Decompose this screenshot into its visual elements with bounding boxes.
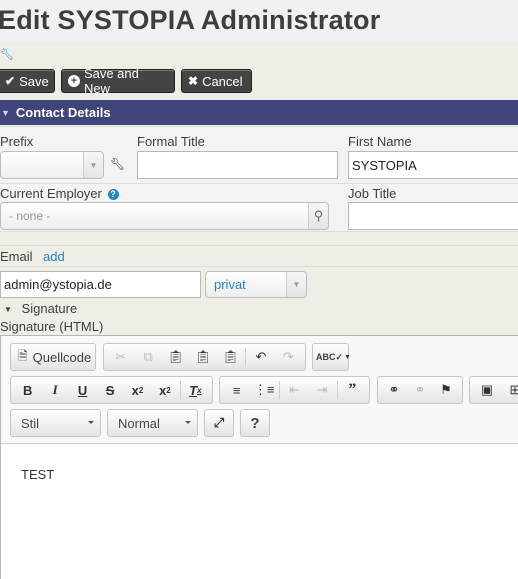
source-icon: 🗎︎ xyxy=(18,348,28,363)
email-location-value: privat xyxy=(214,277,246,292)
separator xyxy=(245,348,247,366)
formal-title-label: Formal Title xyxy=(137,134,205,149)
email-input[interactable]: admin@ystopia.de xyxy=(0,271,201,298)
formal-title-input[interactable] xyxy=(137,151,338,179)
chevron-down-icon xyxy=(88,421,94,424)
save-and-new-label: Save and New xyxy=(83,66,139,96)
cancel-button[interactable]: ✖ Cancel xyxy=(181,69,252,93)
close-icon: ✖ xyxy=(188,74,199,88)
style-combo-value: Stil xyxy=(21,415,40,431)
indent-icon[interactable]: ⇥ xyxy=(308,379,335,401)
cut-icon[interactable]: ✂ xyxy=(107,346,134,368)
current-employer-label-text: Current Employer xyxy=(0,186,102,201)
caret-down-icon: ▼ xyxy=(4,305,12,314)
spellcheck-button[interactable]: ABC✓ ▼ xyxy=(312,343,351,371)
superscript-icon[interactable]: x2 xyxy=(151,379,178,401)
help-icon[interactable]: ? xyxy=(107,189,119,200)
first-name-label: First Name xyxy=(348,134,412,149)
source-label: Quellcode xyxy=(32,349,92,365)
unlink-icon[interactable]: ⚭ xyxy=(407,379,433,401)
strikethrough-icon[interactable]: S xyxy=(96,379,123,401)
paste-word-icon[interactable]: 📋︎ xyxy=(217,346,244,368)
source-button[interactable]: 🗎︎ Quellcode xyxy=(10,343,96,371)
spellcheck-icon: ABC✓ xyxy=(316,351,344,362)
link-group: ⚭ ⚭ ⚑ xyxy=(377,376,463,404)
current-employer-label: Current Employer ? xyxy=(0,186,119,201)
subscript-icon[interactable]: x2 xyxy=(124,379,151,401)
current-employer-select[interactable]: - none - ⚲ xyxy=(0,202,329,230)
italic-icon[interactable]: I xyxy=(41,379,68,401)
save-label: Save xyxy=(19,73,49,89)
email-location-select[interactable]: privat ▼ xyxy=(205,271,307,298)
signature-editor: 🗎︎ Quellcode ✂ ⧉ 📋︎ 📋︎ 📋︎ ↶ ↷ ABC✓ ▼ B I… xyxy=(0,335,518,579)
wrench-icon[interactable]: 🔧︎ xyxy=(0,48,14,61)
format-combo-value: Normal xyxy=(118,415,160,431)
paste-icon[interactable]: 📋︎ xyxy=(162,346,189,368)
numbered-list-icon[interactable]: ≡ xyxy=(223,379,250,401)
editor-content-area[interactable]: TEST xyxy=(1,445,518,579)
underline-icon[interactable]: U xyxy=(69,379,96,401)
bulleted-list-icon[interactable]: ⋮≡ xyxy=(250,379,277,401)
email-header-row: Email add xyxy=(0,245,518,267)
style-combo[interactable]: Stil xyxy=(10,409,101,437)
signature-toggle[interactable]: ▼ Signature xyxy=(4,301,77,316)
prefix-label: Prefix xyxy=(0,134,34,149)
clipboard-group: ✂ ⧉ 📋︎ 📋︎ 📋︎ ↶ ↷ xyxy=(103,343,306,371)
current-employer-placeholder: - none - xyxy=(9,209,51,223)
contact-details-header[interactable]: ▼ Contact Details xyxy=(0,100,518,125)
remove-format-icon[interactable]: Tx xyxy=(182,379,209,401)
job-title-label: Job Title xyxy=(348,186,397,201)
signature-html-label: Signature (HTML) xyxy=(0,319,104,334)
list-group: ≡ ⋮≡ ⇤ ⇥ ” xyxy=(219,376,370,404)
table-icon[interactable]: ⊞ xyxy=(501,379,518,401)
signature-toggle-label: Signature xyxy=(21,301,78,316)
link-icon[interactable]: ⚭ xyxy=(381,379,407,401)
page-title: Edit SYSTOPIA Administrator xyxy=(0,5,381,35)
employer-row: Current Employer ? - none - ⚲ Job Title xyxy=(0,184,518,232)
outdent-icon[interactable]: ⇤ xyxy=(281,379,308,401)
blockquote-icon[interactable]: ” xyxy=(339,379,366,401)
insert-group: ▣ ⊞ xyxy=(469,376,518,404)
help-button[interactable]: ? xyxy=(240,409,270,437)
first-name-input[interactable]: SYSTOPIA xyxy=(348,151,518,179)
wrench-icon[interactable]: 🔧︎ xyxy=(110,157,125,171)
add-email-link[interactable]: add xyxy=(43,249,65,264)
separator xyxy=(179,381,181,399)
email-label: Email xyxy=(0,249,33,264)
separator xyxy=(278,381,280,399)
job-title-input[interactable] xyxy=(348,202,518,230)
chevron-down-icon xyxy=(185,421,191,424)
save-button[interactable]: ✔ Save xyxy=(0,69,55,93)
maximize-icon: ⤢ xyxy=(213,415,225,430)
cancel-label: Cancel xyxy=(202,73,243,89)
anchor-icon[interactable]: ⚑ xyxy=(433,379,459,401)
section-title: Contact Details xyxy=(15,105,111,120)
format-combo[interactable]: Normal xyxy=(107,409,198,437)
prefix-select[interactable]: ▼ xyxy=(0,151,104,179)
undo-icon[interactable]: ↶ xyxy=(247,346,274,368)
redo-icon[interactable]: ↷ xyxy=(275,346,302,368)
editor-content-text: TEST xyxy=(21,467,55,482)
name-row: Prefix ▼ 🔧︎ Formal Title First Name SYST… xyxy=(0,126,518,184)
chevron-down-icon: ▼ xyxy=(344,353,351,361)
basic-styles-group: B I U S x2 x2 Tx xyxy=(10,376,213,404)
check-icon: ✔ xyxy=(5,74,16,88)
caret-down-icon: ▼ xyxy=(1,107,10,118)
separator xyxy=(336,381,338,399)
bold-icon[interactable]: B xyxy=(14,379,41,401)
copy-icon[interactable]: ⧉ xyxy=(134,346,161,368)
chevron-down-icon: ▼ xyxy=(286,272,306,297)
maximize-button[interactable]: ⤢ xyxy=(204,409,234,437)
editor-toolbar: 🗎︎ Quellcode ✂ ⧉ 📋︎ 📋︎ 📋︎ ↶ ↷ ABC✓ ▼ B I… xyxy=(1,336,518,444)
paste-text-icon[interactable]: 📋︎ xyxy=(189,346,216,368)
image-icon[interactable]: ▣ xyxy=(473,379,501,401)
page-title-bar: Edit SYSTOPIA Administrator xyxy=(0,0,518,42)
save-and-new-button[interactable]: + Save and New xyxy=(61,66,175,96)
search-icon[interactable]: ⚲ xyxy=(308,203,328,229)
plus-circle-icon: + xyxy=(68,75,80,87)
chevron-down-icon: ▼ xyxy=(83,152,103,178)
